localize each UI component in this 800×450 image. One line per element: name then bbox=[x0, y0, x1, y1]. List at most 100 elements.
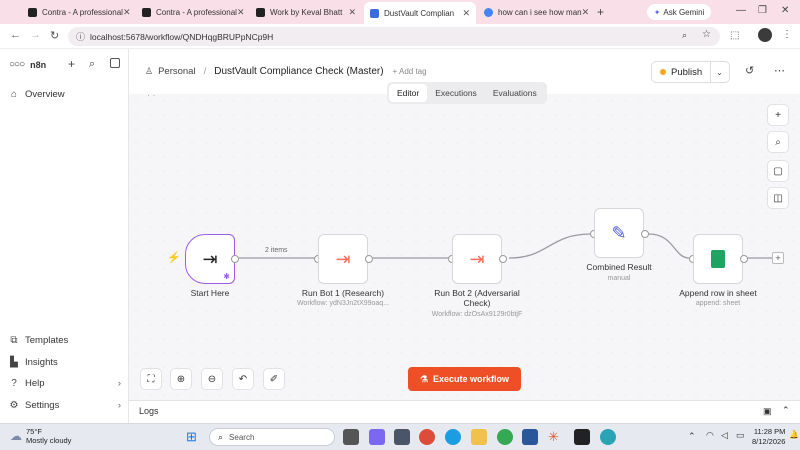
windows-start-icon[interactable]: ⊞ bbox=[186, 429, 202, 445]
add-node-plus-icon[interactable]: + bbox=[772, 252, 784, 264]
copilot-icon[interactable] bbox=[369, 429, 385, 445]
tab-editor[interactable]: Editor bbox=[389, 84, 428, 102]
browser-tab[interactable]: Work by Keval Bhatt ✕ bbox=[250, 3, 362, 21]
output-port[interactable] bbox=[740, 255, 748, 263]
volume-icon[interactable]: ◁ bbox=[721, 430, 728, 441]
minimize-icon[interactable]: — bbox=[736, 5, 746, 16]
sidebar-item-templates[interactable]: ⧉ Templates bbox=[9, 335, 68, 346]
more-options-icon[interactable]: ⋯ bbox=[774, 64, 785, 77]
forward-icon[interactable]: → bbox=[30, 29, 41, 41]
breadcrumb-project[interactable]: Personal bbox=[158, 66, 196, 77]
wifi-icon[interactable]: ◠ bbox=[706, 430, 714, 441]
edge-icon[interactable] bbox=[445, 429, 461, 445]
breadcrumb-separator: / bbox=[203, 66, 207, 77]
output-port[interactable] bbox=[365, 255, 373, 263]
tab-title: DustVault Complian bbox=[384, 8, 455, 18]
browser-tab[interactable]: Contra - A professional ✕ bbox=[22, 3, 134, 21]
trigger-bolt-icon: ⚡ bbox=[167, 252, 181, 264]
close-window-icon[interactable]: ✕ bbox=[781, 5, 789, 16]
output-port[interactable] bbox=[231, 255, 239, 263]
browser-menu-icon[interactable]: ⋮ bbox=[782, 29, 792, 40]
profile-avatar[interactable] bbox=[758, 28, 772, 42]
publish-button[interactable]: Publish bbox=[652, 62, 712, 82]
weather-widget[interactable]: ☁ 75°F Mostly cloudy bbox=[10, 427, 71, 445]
fit-view-button[interactable]: ⛶ bbox=[140, 368, 162, 390]
collapse-sidebar-icon[interactable] bbox=[110, 58, 120, 68]
back-icon[interactable]: ← bbox=[10, 29, 21, 41]
close-tab-icon[interactable]: ✕ bbox=[123, 7, 131, 18]
sidebar-item-help[interactable]: ? Help › bbox=[9, 378, 121, 389]
battery-icon[interactable]: ▭ bbox=[736, 430, 745, 441]
zoom-in-button[interactable]: ⊕ bbox=[170, 368, 192, 390]
history-icon[interactable]: ↺ bbox=[745, 64, 754, 77]
create-plus-icon[interactable]: + bbox=[68, 57, 75, 71]
chevron-down-icon[interactable]: ⌄ bbox=[711, 68, 728, 77]
node-label: Append row in sheet bbox=[679, 288, 757, 298]
clock[interactable]: 11:28 PM 8/12/2026 bbox=[752, 427, 785, 447]
tab-executions[interactable]: Executions bbox=[427, 84, 485, 102]
execute-workflow-button[interactable]: ⚗ Execute workflow bbox=[408, 367, 521, 391]
extensions-icon[interactable]: ⬚ bbox=[730, 30, 739, 41]
close-tab-icon[interactable]: ✕ bbox=[237, 7, 245, 18]
close-tab-icon[interactable]: ✕ bbox=[348, 7, 356, 18]
browser-tab[interactable]: Contra - A professional ✕ bbox=[136, 3, 248, 21]
task-view-icon[interactable] bbox=[343, 429, 359, 445]
search-icon[interactable]: ⌕ bbox=[89, 58, 95, 71]
logs-panel-bar[interactable]: Logs ▣ ⌃ bbox=[129, 400, 800, 422]
restore-icon[interactable]: ❐ bbox=[758, 5, 767, 16]
close-tab-icon[interactable]: ✕ bbox=[462, 8, 470, 19]
toggle-panel-button[interactable]: ◫ bbox=[767, 187, 789, 209]
tab-favicon-icon bbox=[256, 7, 265, 17]
zoom-icon[interactable]: ⌕ bbox=[682, 30, 687, 41]
sidebar-item-label: Overview bbox=[25, 89, 65, 100]
site-info-icon[interactable]: ⓘ bbox=[76, 30, 85, 43]
file-explorer-icon[interactable] bbox=[471, 429, 487, 445]
show-hidden-icons-icon[interactable]: ⌃ bbox=[688, 431, 696, 442]
notification-icon[interactable]: 🔔 bbox=[789, 430, 799, 439]
sidebar-item-label: Insights bbox=[25, 357, 58, 368]
terminal-icon[interactable] bbox=[574, 429, 590, 445]
output-port[interactable] bbox=[641, 230, 649, 238]
taskbar-search-input[interactable]: ⌕ Search bbox=[209, 428, 335, 446]
close-tab-icon[interactable]: ✕ bbox=[582, 7, 590, 18]
browser-tab[interactable]: how can i see how man ✕ bbox=[478, 3, 590, 21]
browser-tab-active[interactable]: DustVault Complian ✕ bbox=[364, 2, 476, 24]
add-node-button[interactable]: + bbox=[767, 104, 789, 126]
workflow-canvas[interactable]: · · 2 items ⚡ ⇥ ✱ Start Here ⇥ Run Bot 1… bbox=[129, 82, 800, 400]
tab-evaluations[interactable]: Evaluations bbox=[485, 84, 545, 102]
asterisk-app-icon[interactable]: ✳ bbox=[548, 429, 564, 445]
zoom-out-button[interactable]: ⊖ bbox=[201, 368, 223, 390]
popout-icon[interactable]: ▣ bbox=[763, 406, 772, 417]
undo-button[interactable]: ↶ bbox=[232, 368, 254, 390]
node-append-row[interactable] bbox=[693, 234, 743, 284]
sidebar-item-settings[interactable]: ⚙ Settings › bbox=[9, 400, 121, 411]
chrome-active-icon[interactable] bbox=[497, 429, 513, 445]
node-run-bot-2[interactable]: ⇥ bbox=[452, 234, 502, 284]
add-tag-button[interactable]: + Add tag bbox=[393, 67, 427, 76]
search-nodes-button[interactable]: ⌕ bbox=[767, 131, 789, 153]
fit-view-icon: ⛶ bbox=[147, 373, 155, 385]
workflow-name[interactable]: DustVault Compliance Check (Master) bbox=[214, 66, 383, 77]
sticky-note-button[interactable]: ▢ bbox=[767, 160, 789, 182]
chevron-up-icon[interactable]: ⌃ bbox=[782, 405, 790, 416]
new-tab-button[interactable]: + bbox=[597, 5, 604, 19]
sidebar-item-insights[interactable]: ▙ Insights bbox=[9, 357, 58, 368]
bookmark-star-icon[interactable]: ☆ bbox=[702, 29, 711, 40]
tab-title: how can i see how man bbox=[498, 7, 582, 17]
output-port[interactable] bbox=[499, 255, 507, 263]
broom-icon: ✐ bbox=[269, 373, 279, 385]
reload-icon[interactable]: ↻ bbox=[50, 29, 59, 42]
node-run-bot-1[interactable]: ⇥ bbox=[318, 234, 368, 284]
sidebar-item-overview[interactable]: ⌂ Overview bbox=[9, 89, 65, 100]
node-combined-result[interactable]: ✎ bbox=[594, 208, 644, 258]
word-icon[interactable] bbox=[522, 429, 538, 445]
chrome-icon[interactable] bbox=[419, 429, 435, 445]
globe-app-icon[interactable] bbox=[600, 429, 616, 445]
url-input[interactable]: ⓘ localhost:5678/workflow/QNDHqgBRUPpNCp… bbox=[68, 27, 720, 46]
node-start-here[interactable]: ⇥ ✱ bbox=[185, 234, 235, 284]
ask-gemini-button[interactable]: ✦ Ask Gemini bbox=[647, 4, 711, 20]
tidy-up-button[interactable]: ✐ bbox=[263, 368, 285, 390]
store-icon[interactable] bbox=[394, 429, 410, 445]
brand: ○○○ n8n bbox=[9, 59, 46, 70]
edit-icon: ✎ bbox=[611, 222, 627, 243]
